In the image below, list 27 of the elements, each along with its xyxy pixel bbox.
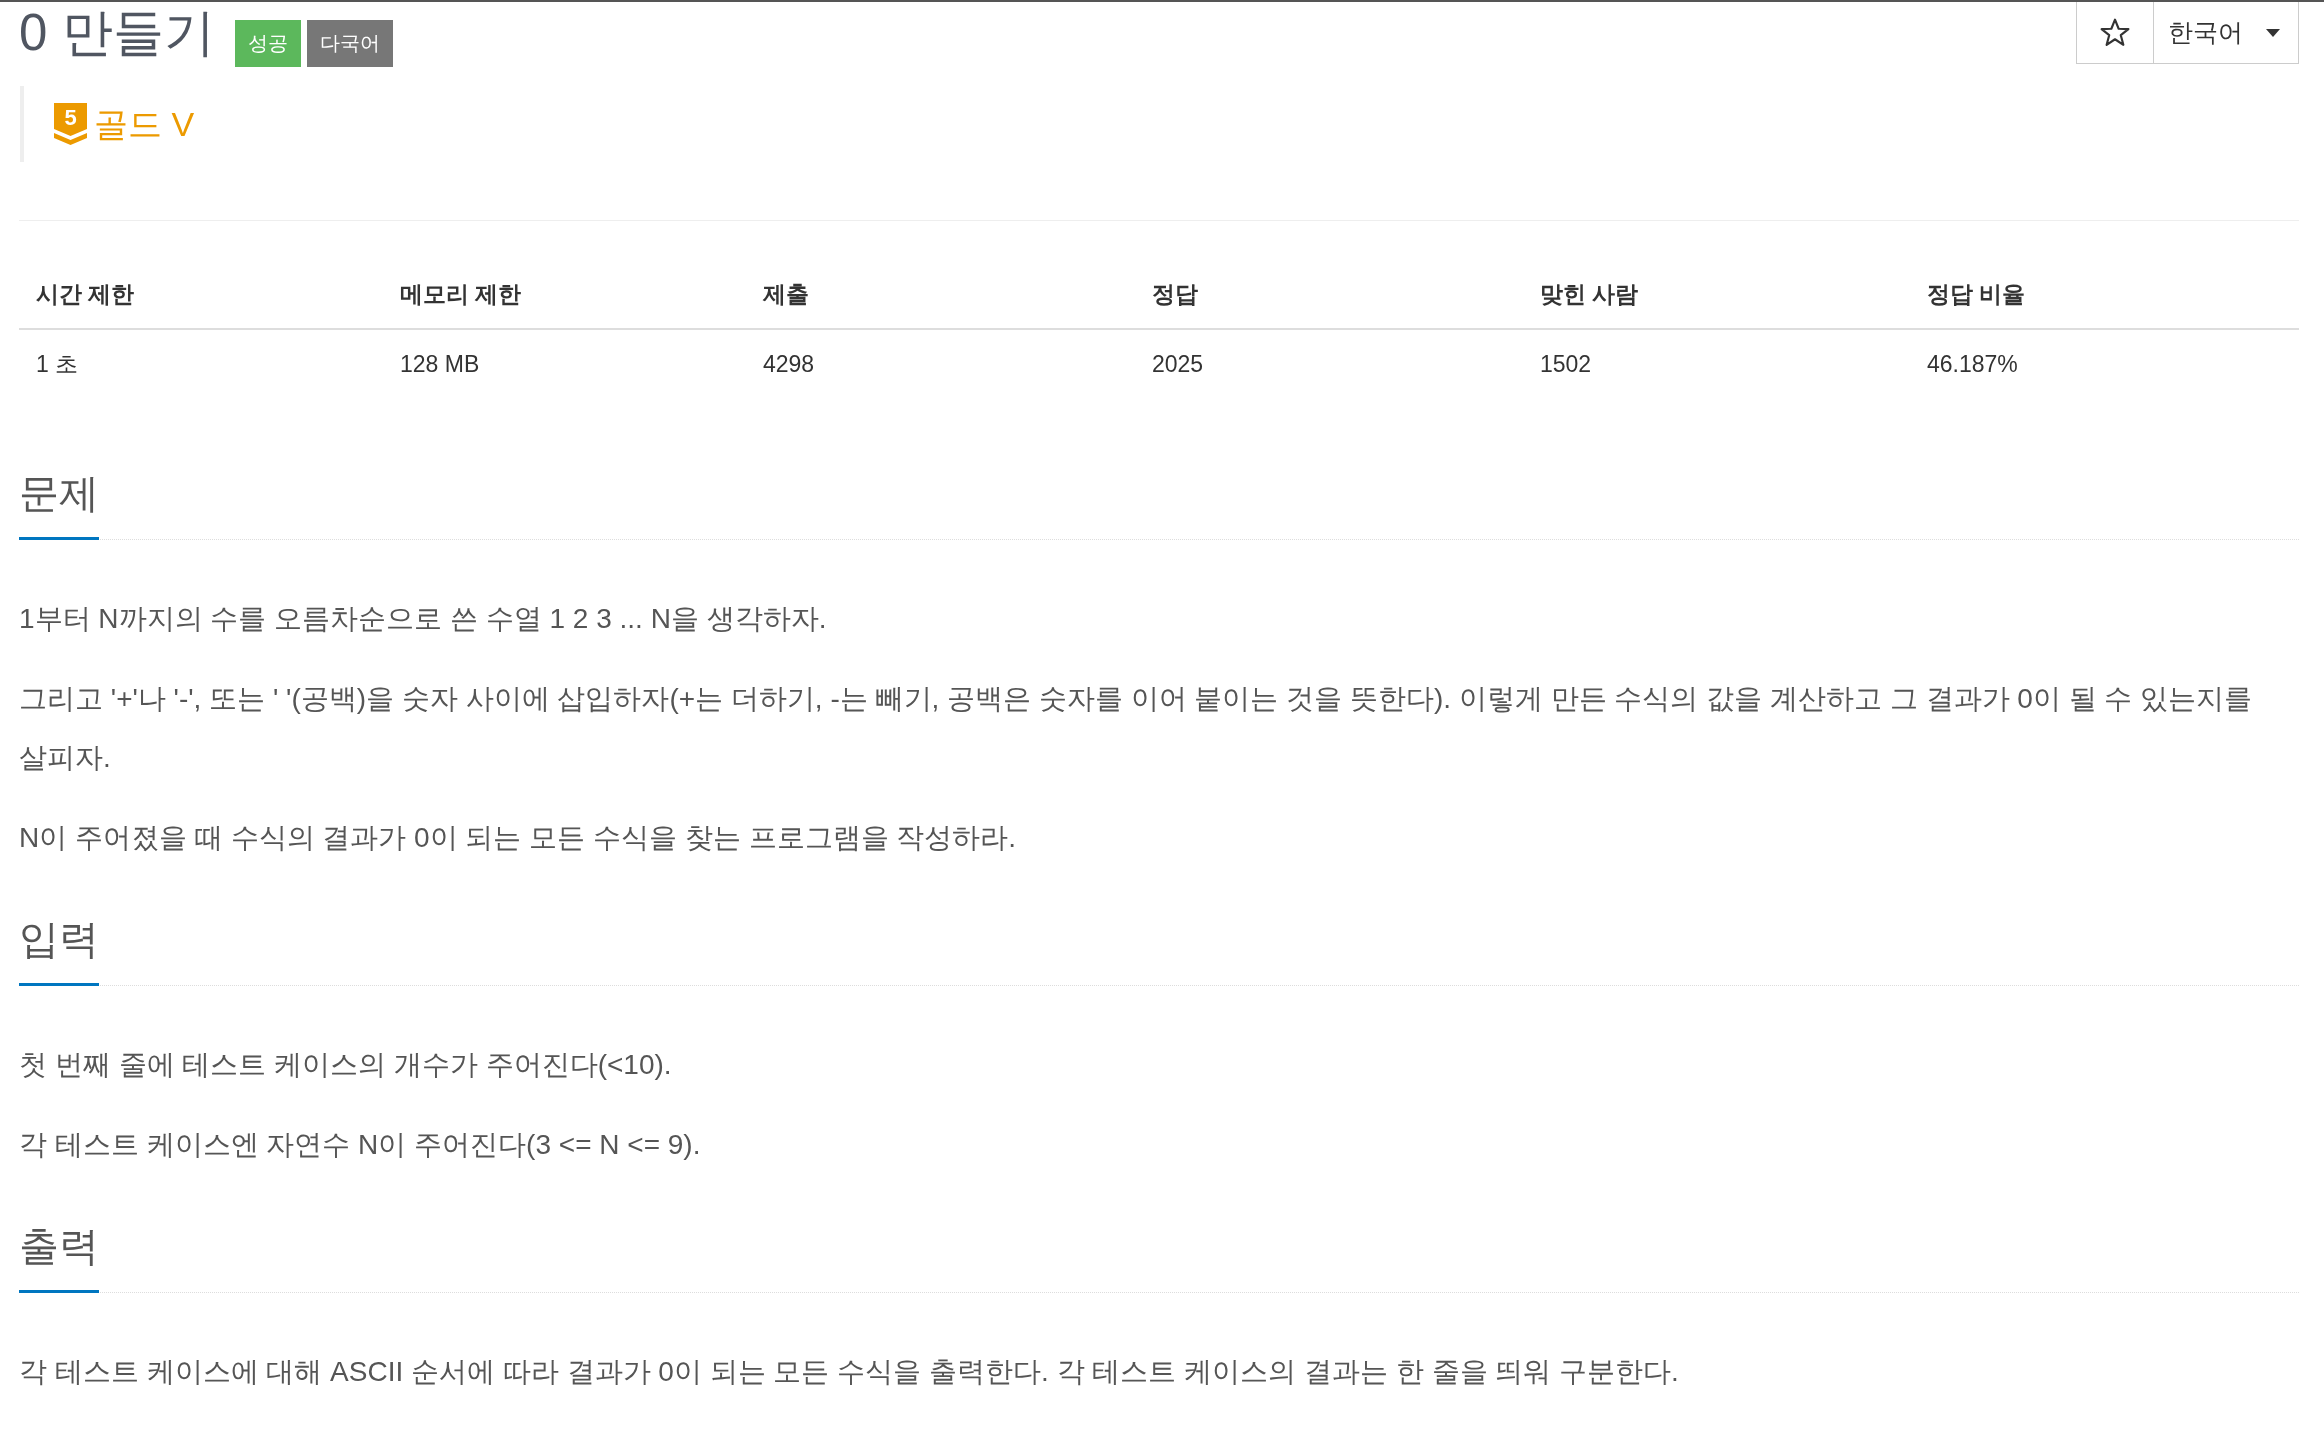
table-header-cell-text: 메모리 제한 [400, 280, 522, 309]
favorite-button[interactable] [2076, 2, 2154, 64]
table-header-cell-text: 제출 [763, 280, 809, 309]
table-header-cell-text: 맞힌 사람 [1540, 280, 1639, 309]
paragraph: 그리고 '+'나 '-', 또는 ' '(공백)을 숫자 사이에 삽입하자(+는 더하기, -는 빼기, 공백은 숫자를 이어 붙이는 것을 뜻한다). 이렇게 만든 수식의 값을 계산하고 그 결과가 0이 될 수 있는지를 살피자. [19, 682, 2254, 775]
paragraph: 각 테스트 케이스엔 자연수 N이 주어진다(3 <= N <= 9). [19, 1128, 702, 1162]
success-label: 성공 [234, 20, 301, 67]
section-heading: 문제 [19, 468, 99, 540]
table-header-cell-text: 시간 제한 [36, 280, 135, 309]
multilingual-label: 다국어 [306, 20, 393, 67]
table-header-cell-text: 정답 [1152, 280, 1198, 309]
paragraph: 첫 번째 줄에 테스트 케이스의 개수가 주어진다(<10). [19, 1048, 673, 1082]
caret-icon [2266, 28, 2280, 37]
table-header-cell-text: 정답 비율 [1927, 280, 2026, 309]
paragraph: 1부터 N까지의 수를 오름차순으로 쓴 수열 1 2 3 ... N을 생각하자. [19, 602, 828, 636]
table-cell: 2025 [1152, 351, 1204, 378]
section-heading: 출력 [19, 1221, 99, 1293]
section-heading: 입력 [19, 914, 99, 986]
paragraph: N이 주어졌을 때 수식의 결과가 0이 되는 모든 수식을 찾는 프로그램을 작성하라. [19, 821, 1018, 855]
problem-title: 0 만들기 [19, 3, 215, 63]
language-select[interactable]: 한국어 [2154, 2, 2299, 64]
table-cell: 1502 [1540, 351, 1592, 378]
table-cell: 46.187% [1927, 351, 2018, 378]
table-cell-text: 1 초 [36, 350, 79, 379]
table-cell: 128 MB [400, 351, 480, 378]
paragraph: 각 테스트 케이스에 대해 ASCII 순서에 따라 결과가 0이 되는 모든 수식을 출력한다. 각 테스트 케이스의 결과는 한 줄을 띄워 구분한다. [19, 1355, 1680, 1389]
table-cell: 4298 [763, 351, 815, 378]
